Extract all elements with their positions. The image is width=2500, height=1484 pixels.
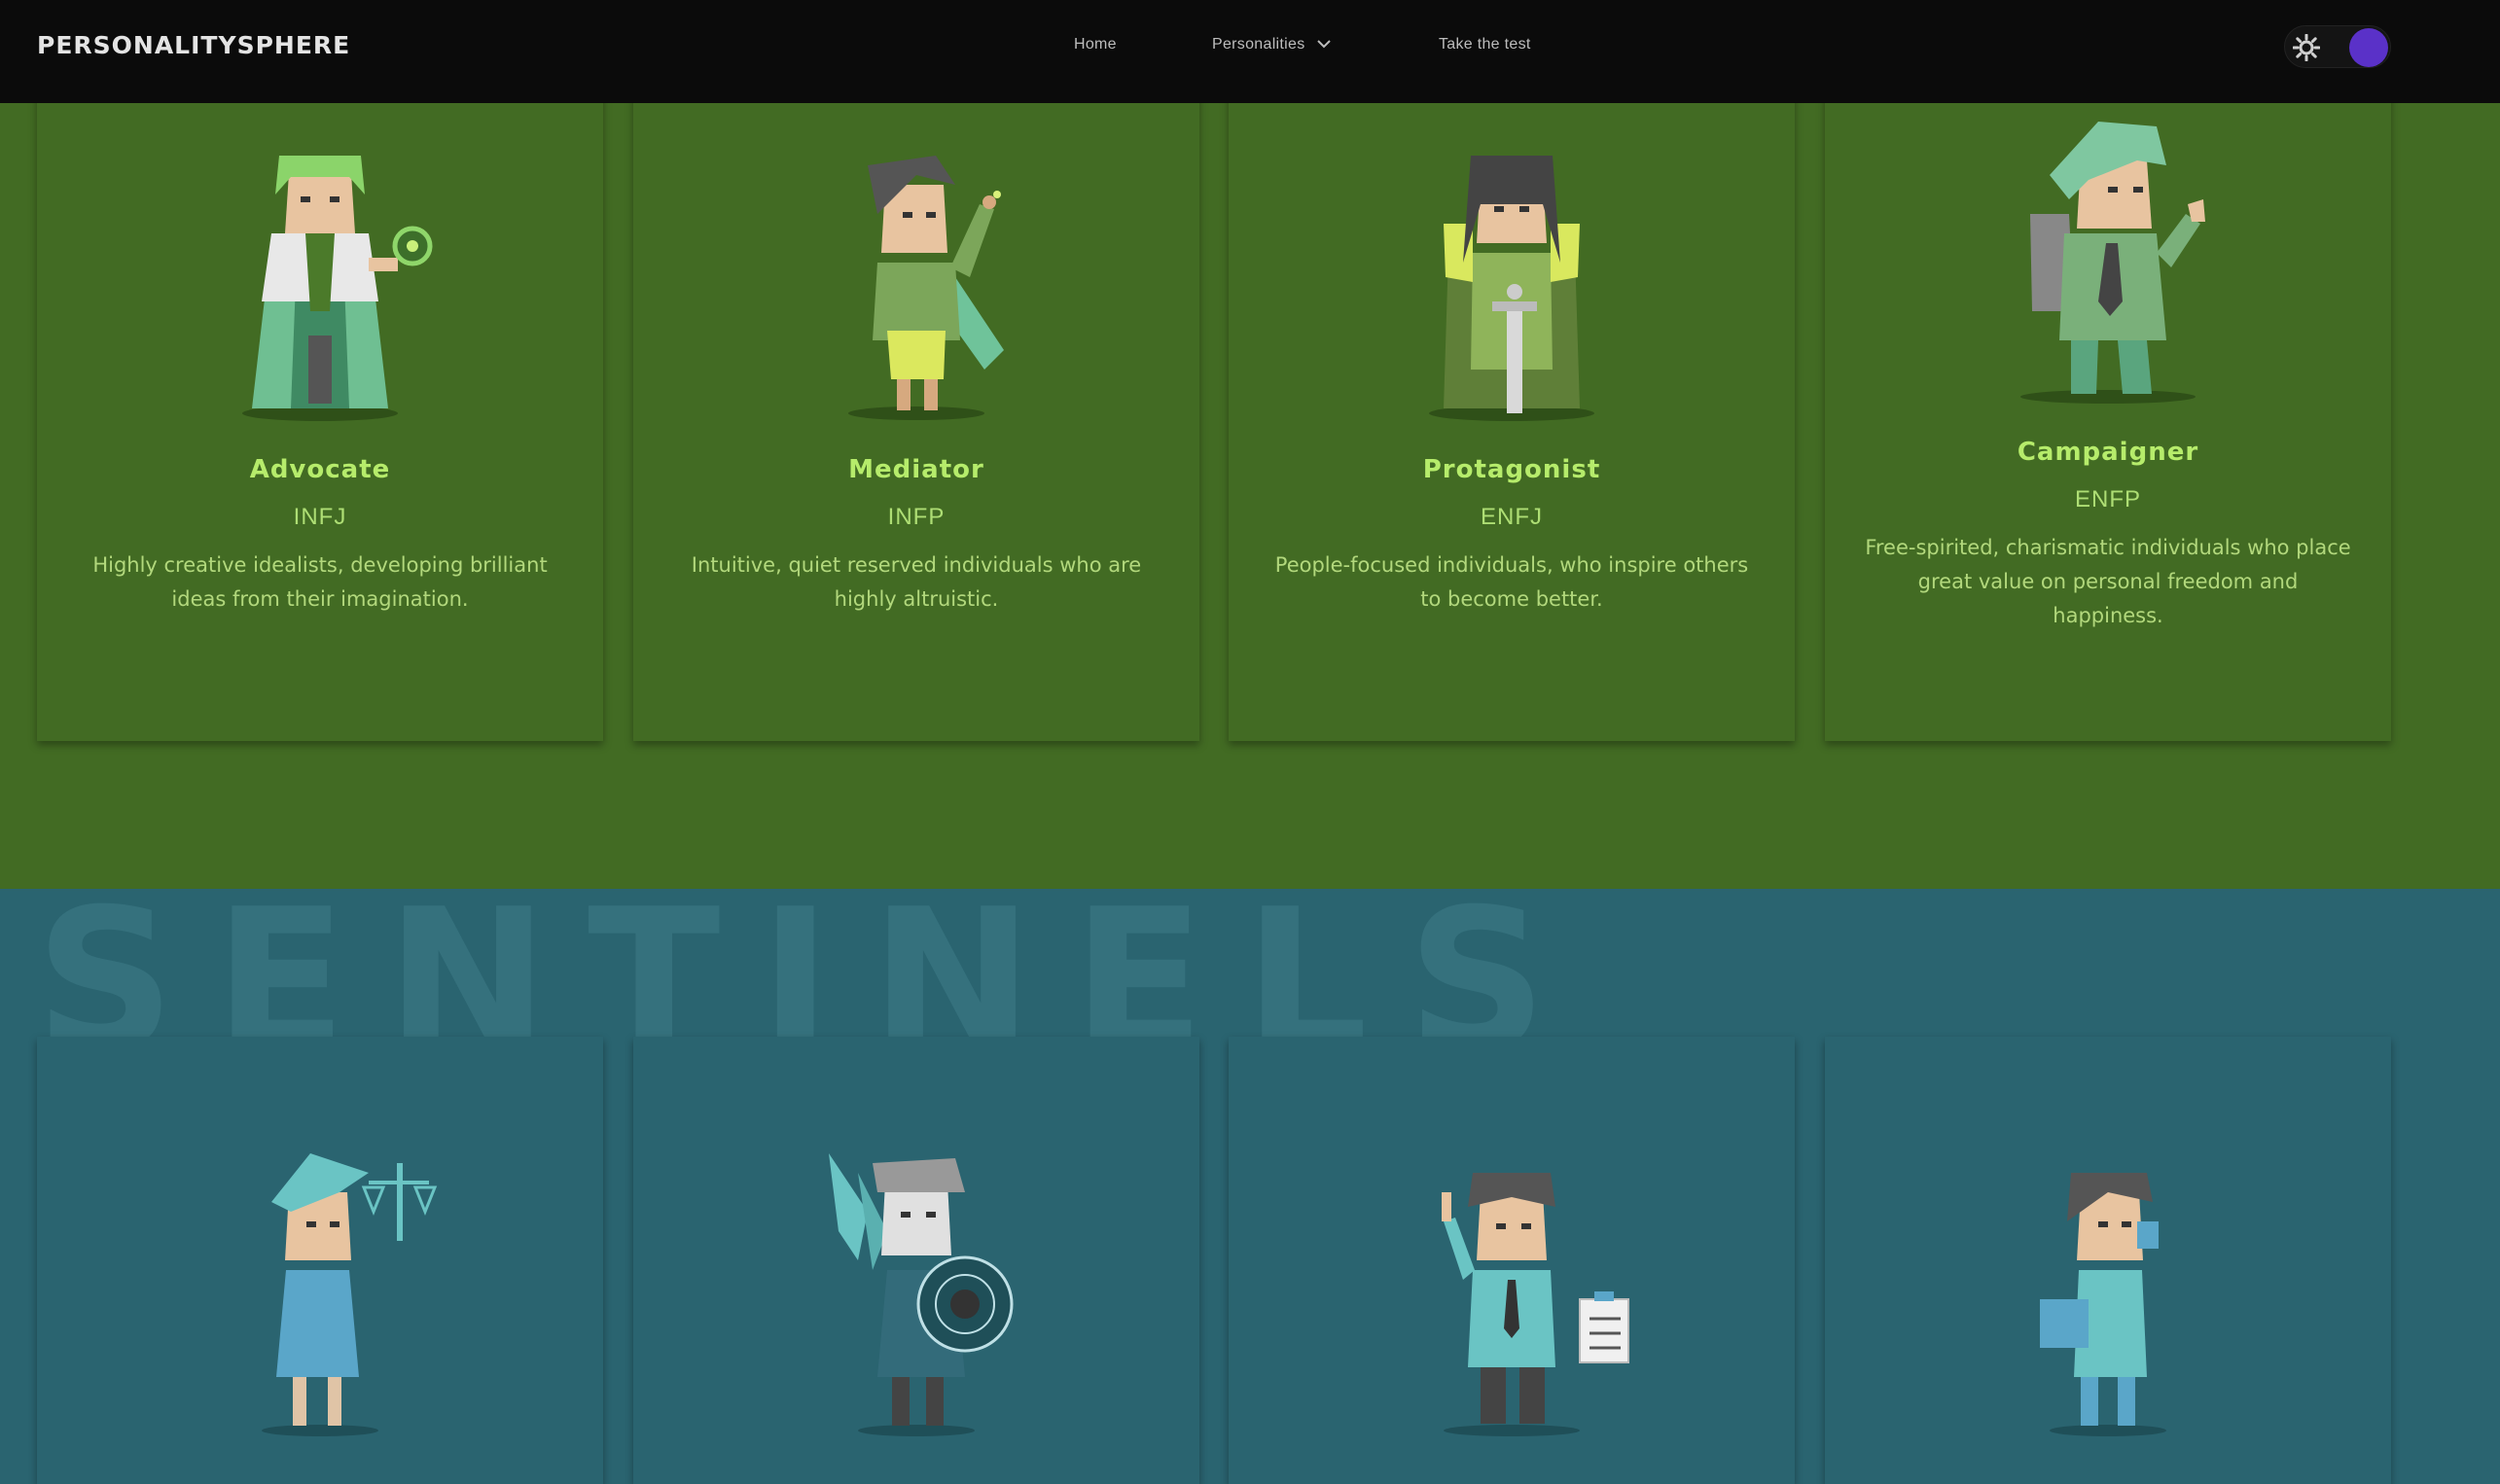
sun-icon	[2292, 33, 2321, 65]
executive-character-illustration	[1442, 1173, 1629, 1436]
site-logo[interactable]: PERSONALITYSPHERE	[37, 31, 350, 59]
nav-home-link[interactable]: Home	[1074, 36, 1117, 53]
card-type-code: ENFJ	[1481, 504, 1543, 530]
campaigner-character-illustration	[2020, 122, 2205, 404]
sentinels-section: SENTINELS	[0, 867, 2500, 1484]
mediator-character-illustration	[848, 156, 1004, 420]
card-type-code: INFJ	[293, 504, 347, 530]
nav-personalities-label: Personalities	[1212, 36, 1305, 53]
defender-character-illustration	[829, 1153, 1014, 1436]
personality-card-advocate[interactable]: Advocate INFJ Highly creative idealists,…	[37, 68, 603, 741]
card-description: Intuitive, quiet reserved individuals wh…	[691, 553, 1142, 611]
personality-card-sentinel-4[interactable]	[1825, 1037, 2391, 1484]
logistician-character-illustration	[262, 1153, 438, 1436]
personality-card-sentinel-1[interactable]	[37, 1037, 603, 1484]
card-description: Free-spirited, charismatic individuals w…	[1865, 536, 2351, 627]
chevron-down-icon	[1316, 36, 1331, 53]
card-description: Highly creative idealists, developing br…	[92, 553, 548, 611]
card-title: Mediator	[848, 455, 984, 484]
card-description: People-focused individuals, who inspire …	[1274, 553, 1749, 611]
card-title: Protagonist	[1422, 455, 1601, 484]
diplomats-section: Advocate INFJ Highly creative idealists,…	[0, 0, 2500, 889]
personality-card-campaigner[interactable]: Campaigner ENFP Free-spirited, charismat…	[1825, 68, 2391, 741]
personality-card-sentinel-3[interactable]	[1229, 1037, 1795, 1484]
protagonist-character-illustration	[1429, 156, 1594, 421]
toggle-knob	[2349, 28, 2388, 67]
nav-take-test-link[interactable]: Take the test	[1439, 36, 1531, 53]
top-navbar: PERSONALITYSPHERE Home Personalities Tak…	[0, 0, 2500, 103]
personality-card-mediator[interactable]: Mediator INFP Intuitive, quiet reserved …	[633, 68, 1199, 741]
theme-toggle[interactable]	[2284, 25, 2391, 68]
nav-personalities-dropdown[interactable]: Personalities	[1212, 36, 1331, 53]
consul-character-illustration	[2040, 1173, 2166, 1436]
card-type-code: ENFP	[2074, 486, 2141, 512]
advocate-character-illustration	[242, 156, 433, 421]
card-title: Advocate	[249, 455, 391, 484]
personality-card-sentinel-2[interactable]	[633, 1037, 1199, 1484]
card-title: Campaigner	[2017, 438, 2199, 467]
card-type-code: INFP	[887, 504, 946, 530]
personality-card-protagonist[interactable]: Protagonist ENFJ People-focused individu…	[1229, 68, 1795, 741]
